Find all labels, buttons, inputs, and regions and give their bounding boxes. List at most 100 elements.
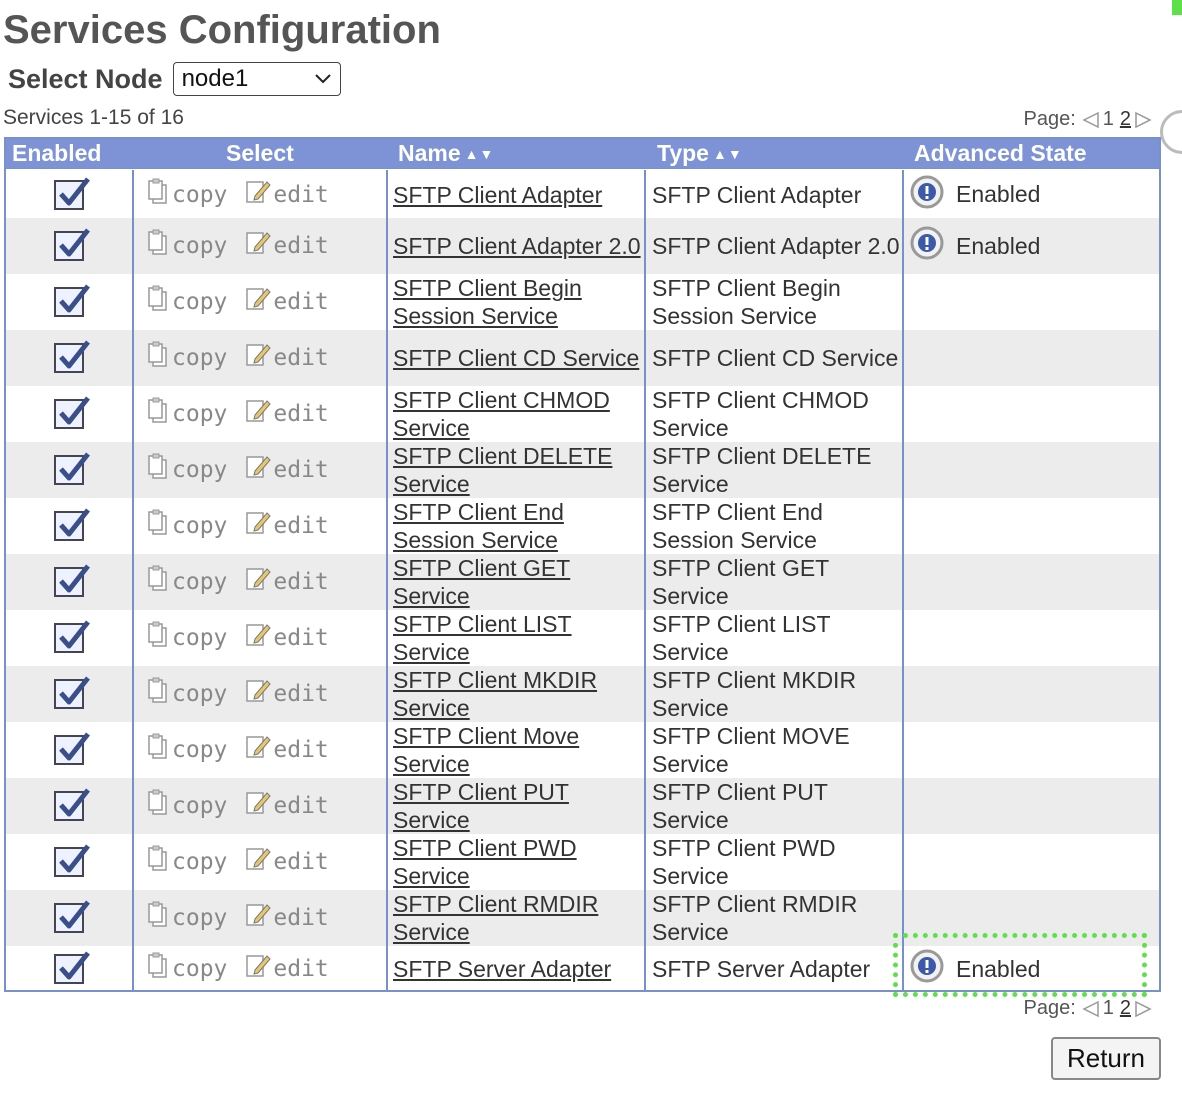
edit-button[interactable]: edit [245, 341, 329, 375]
copy-icon [146, 229, 172, 263]
edit-icon [245, 733, 273, 767]
service-name-link[interactable]: SFTP Client MKDIR Service [393, 666, 644, 722]
edit-button[interactable]: edit [245, 565, 329, 599]
advanced-state-cell [904, 722, 1159, 778]
copy-button[interactable]: copy [146, 789, 227, 823]
service-name-link[interactable]: SFTP Client Adapter [393, 181, 602, 209]
copy-button[interactable]: copy [146, 341, 227, 375]
copy-button[interactable]: copy [146, 901, 227, 935]
enabled-checkbox[interactable] [54, 676, 90, 709]
enabled-checkbox[interactable] [54, 620, 90, 653]
edit-button[interactable]: edit [245, 677, 329, 711]
service-name-link[interactable]: SFTP Client PWD Service [393, 834, 644, 890]
edit-button[interactable]: edit [245, 397, 329, 431]
advanced-state-value: Enabled [956, 955, 1041, 982]
copy-button[interactable]: copy [146, 397, 227, 431]
table-row: copy edit SFTP Client DELETE Service SFTP C… [6, 442, 1159, 498]
enabled-checkbox[interactable] [54, 284, 90, 317]
edit-button[interactable]: edit [245, 733, 329, 767]
service-name-link[interactable]: SFTP Client CD Service [393, 344, 639, 372]
edit-button[interactable]: edit [245, 229, 329, 263]
service-name-link[interactable]: SFTP Client GET Service [393, 554, 644, 610]
service-type-cell: SFTP Client Adapter 2.0 [652, 233, 900, 259]
service-type-cell: SFTP Client PWD Service [652, 835, 836, 889]
enabled-checkbox[interactable] [54, 340, 90, 373]
copy-button[interactable]: copy [146, 453, 227, 487]
edit-button[interactable]: edit [245, 901, 329, 935]
next-page-icon[interactable] [1134, 1000, 1152, 1018]
return-button[interactable]: Return [1051, 1037, 1161, 1080]
copy-button[interactable]: copy [146, 509, 227, 543]
service-name-link[interactable]: SFTP Client DELETE Service [393, 442, 644, 498]
pager-label: Page: [1023, 997, 1076, 1019]
edit-icon [245, 178, 273, 212]
edit-button[interactable]: edit [245, 453, 329, 487]
edit-button[interactable]: edit [245, 178, 329, 212]
service-name-link[interactable]: SFTP Client Move Service [393, 722, 644, 778]
enabled-checkbox[interactable] [54, 951, 90, 984]
copy-button[interactable]: copy [146, 733, 227, 767]
edit-button[interactable]: edit [245, 845, 329, 879]
enabled-checkbox[interactable] [54, 844, 90, 877]
node-select-value: node1 [181, 65, 249, 92]
service-name-link[interactable]: SFTP Server Adapter [393, 955, 611, 983]
edit-icon [245, 229, 273, 263]
edit-icon [245, 901, 273, 935]
enabled-checkbox[interactable] [54, 732, 90, 765]
sort-arrows-icon[interactable]: ▲▼ [713, 146, 743, 162]
service-type-cell: SFTP Client LIST Service [652, 611, 831, 665]
service-name-link[interactable]: SFTP Client Adapter 2.0 [393, 232, 641, 260]
copy-button[interactable]: copy [146, 677, 227, 711]
copy-button[interactable]: copy [146, 229, 227, 263]
enabled-checkbox[interactable] [54, 564, 90, 597]
enabled-checkbox[interactable] [54, 452, 90, 485]
copy-icon [146, 952, 172, 986]
page-link-2[interactable]: 2 [1120, 997, 1131, 1020]
enabled-checkbox[interactable] [54, 900, 90, 933]
header-type[interactable]: Type ▲▼ [657, 139, 743, 169]
edit-icon [245, 285, 273, 319]
column-divider [644, 170, 646, 990]
service-name-cell: SFTP Client Move Service [388, 722, 644, 778]
copy-icon [146, 845, 172, 879]
side-scroll-handle[interactable] [1160, 110, 1182, 154]
select-cell: copy edit [134, 666, 386, 722]
node-select-dropdown[interactable]: node1 [172, 62, 341, 96]
edit-button[interactable]: edit [245, 789, 329, 823]
copy-button[interactable]: copy [146, 178, 227, 212]
service-name-cell: SFTP Client Adapter [388, 171, 644, 218]
service-name-cell: SFTP Client CD Service [388, 330, 644, 386]
table-header: Enabled Select Name ▲▼ Type ▲▼ Advanced St… [6, 139, 1159, 168]
enabled-checkbox[interactable] [54, 176, 90, 210]
enabled-checkbox[interactable] [54, 396, 90, 429]
copy-button[interactable]: copy [146, 621, 227, 655]
enabled-checkbox[interactable] [54, 228, 90, 261]
service-name-link[interactable]: SFTP Client LIST Service [393, 610, 644, 666]
header-name[interactable]: Name ▲▼ [398, 139, 494, 169]
edit-button[interactable]: edit [245, 621, 329, 655]
edit-button[interactable]: edit [245, 285, 329, 319]
copy-button[interactable]: copy [146, 565, 227, 599]
enabled-cell [6, 722, 132, 778]
highlight-marker [1172, 0, 1182, 15]
enabled-checkbox[interactable] [54, 788, 90, 821]
copy-button[interactable]: copy [146, 952, 227, 986]
enabled-checkbox[interactable] [54, 508, 90, 541]
service-name-link[interactable]: SFTP Client Begin Session Service [393, 274, 644, 330]
edit-label: edit [273, 905, 329, 931]
service-name-link[interactable]: SFTP Client CHMOD Service [393, 386, 644, 442]
service-name-link[interactable]: SFTP Client RMDIR Service [393, 890, 644, 946]
service-name-link[interactable]: SFTP Client End Session Service [393, 498, 644, 554]
edit-label: edit [273, 956, 329, 982]
edit-button[interactable]: edit [245, 509, 329, 543]
next-page-icon[interactable] [1134, 111, 1152, 129]
copy-button[interactable]: copy [146, 285, 227, 319]
select-cell: copy edit [134, 171, 386, 218]
service-name-link[interactable]: SFTP Client PUT Service [393, 778, 644, 834]
sort-arrows-icon[interactable]: ▲▼ [465, 146, 495, 162]
page-link-2[interactable]: 2 [1120, 108, 1131, 131]
enabled-cell [6, 442, 132, 498]
service-type-cell: SFTP Server Adapter [652, 956, 871, 982]
edit-button[interactable]: edit [245, 952, 329, 986]
copy-button[interactable]: copy [146, 845, 227, 879]
